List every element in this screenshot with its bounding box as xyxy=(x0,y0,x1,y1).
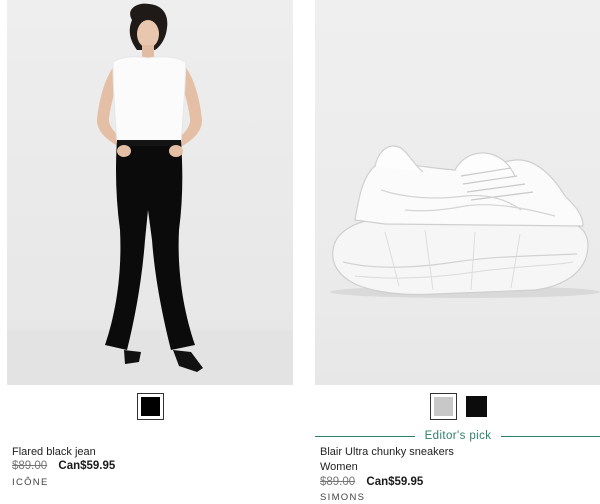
color-swatches xyxy=(430,393,490,420)
product-name[interactable]: Blair Ultra chunky sneakers xyxy=(320,446,454,458)
divider-line xyxy=(501,435,600,437)
product-image-flared-jean[interactable] xyxy=(7,0,293,385)
swatch-black[interactable] xyxy=(463,393,490,420)
swatch-chip xyxy=(434,397,453,416)
swatch-chip xyxy=(141,397,160,416)
swatch-black[interactable] xyxy=(137,393,164,420)
sale-price: Can$59.95 xyxy=(366,476,424,488)
editors-pick-label: Editor's pick xyxy=(424,430,492,442)
editors-pick-banner: Editor's pick xyxy=(315,430,600,442)
brand-name: ICÔNE xyxy=(12,477,49,488)
divider-line xyxy=(315,435,415,437)
color-swatches xyxy=(137,393,164,420)
product-name[interactable]: Flared black jean xyxy=(12,446,96,458)
product-subtitle: Women xyxy=(320,461,358,473)
product-card-flared-jean[interactable]: Flared black jean $89.00 Can$59.95 ICÔNE xyxy=(7,0,293,488)
product-image-chunky-sneakers[interactable] xyxy=(315,0,600,385)
sneaker-illustration xyxy=(330,145,600,298)
price-group: $89.00 Can$59.95 xyxy=(12,460,115,472)
original-price: $89.00 xyxy=(320,476,356,488)
swatch-chip xyxy=(466,396,487,417)
price-group: $89.00 Can$59.95 xyxy=(320,476,423,488)
product-card-chunky-sneakers[interactable]: Editor's pick Blair Ultra chunky sneaker… xyxy=(315,0,600,503)
swatch-white[interactable] xyxy=(430,393,457,420)
original-price: $89.00 xyxy=(12,460,48,472)
model-illustration xyxy=(7,3,293,385)
sale-price: Can$59.95 xyxy=(58,460,116,472)
brand-name: SIMONS xyxy=(320,492,366,503)
